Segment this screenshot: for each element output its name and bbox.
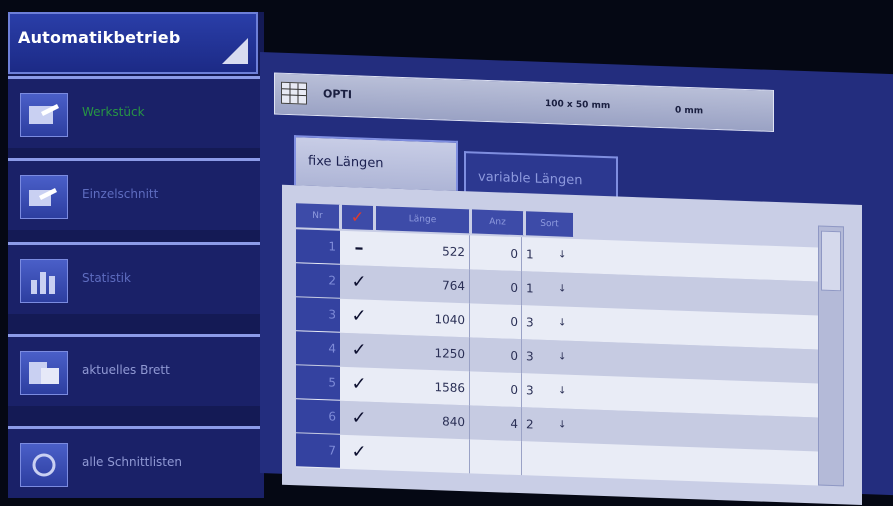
row-length[interactable]: 1586 — [378, 368, 470, 406]
row-number: 5 — [296, 365, 340, 400]
sort-down-arrow-icon[interactable]: ↓ — [558, 408, 570, 442]
header-length[interactable]: Länge — [376, 206, 470, 234]
row-check[interactable]: ✓ — [344, 367, 374, 402]
sidebar-item-einzelschnitt[interactable]: Einzelschnitt — [8, 158, 264, 230]
row-length[interactable]: 764 — [378, 266, 470, 304]
length-table: Nr ✓ Länge Anz Sort 1 – 522 0 1 ↓ 2 ✓ 76… — [296, 203, 818, 486]
row-check[interactable]: – — [344, 231, 374, 266]
row-number: 3 — [296, 297, 340, 332]
header-sort[interactable]: Sort — [526, 211, 574, 237]
row-count[interactable]: 4 — [472, 405, 522, 442]
sidebar-item-label: alle Schnittlisten — [82, 455, 183, 469]
sidebar-item-aktuelles-brett[interactable]: aktuelles Brett — [8, 334, 264, 406]
sidebar-item-label: Statistik — [82, 271, 131, 285]
row-check[interactable]: ✓ — [344, 265, 374, 300]
row-check[interactable]: ✓ — [344, 435, 374, 470]
program-position: 0 mm — [675, 105, 704, 117]
row-sort[interactable]: 3 — [526, 339, 540, 373]
sidebar-item-label: Werkstück — [82, 105, 145, 119]
sidebar-item-statistik[interactable]: Statistik — [8, 242, 264, 314]
row-length[interactable]: 522 — [378, 232, 470, 270]
sort-down-arrow-icon[interactable]: ↓ — [558, 238, 570, 272]
sort-down-arrow-icon[interactable]: ↓ — [558, 340, 570, 374]
row-count[interactable] — [472, 439, 522, 476]
row-number: 1 — [296, 229, 340, 264]
bar-chart-icon — [20, 259, 68, 303]
program-grid-icon[interactable] — [281, 81, 307, 105]
row-count[interactable]: 0 — [472, 269, 522, 306]
sort-down-arrow-icon[interactable]: ↓ — [558, 374, 570, 408]
row-number: 7 — [296, 433, 340, 468]
row-length[interactable]: 1040 — [378, 300, 470, 338]
sidebar-item-werkstueck[interactable]: Werkstück — [8, 76, 264, 148]
workpiece-edit-icon — [20, 93, 68, 137]
header-count[interactable]: Anz — [472, 209, 524, 236]
row-count[interactable]: 0 — [472, 303, 522, 340]
row-sort[interactable]: 3 — [526, 373, 540, 407]
row-sort[interactable] — [526, 441, 540, 475]
sidebar-item-label: Einzelschnitt — [82, 187, 159, 201]
mode-header[interactable]: Automatikbetrieb — [8, 12, 258, 74]
header-check[interactable]: ✓ — [342, 204, 374, 230]
header-nr[interactable]: Nr — [296, 203, 340, 229]
tab-label: fixe Längen — [308, 153, 384, 172]
sidebar: Automatikbetrieb Werkstück Einzelschnitt… — [8, 12, 264, 498]
row-count[interactable]: 0 — [472, 371, 522, 408]
table-scrollbar[interactable] — [818, 225, 844, 487]
row-check[interactable]: ✓ — [344, 401, 374, 436]
sidebar-item-alle-schnittlisten[interactable]: alle Schnittlisten — [8, 426, 264, 498]
mode-title: Automatikbetrieb — [18, 28, 181, 47]
row-number: 6 — [296, 399, 340, 434]
sort-down-arrow-icon[interactable]: ↓ — [558, 272, 570, 306]
row-number: 2 — [296, 263, 340, 298]
row-check[interactable]: ✓ — [344, 333, 374, 368]
row-sort[interactable]: 1 — [526, 271, 540, 305]
board-icon — [20, 351, 68, 395]
row-length[interactable]: 840 — [378, 402, 470, 440]
sort-down-arrow-icon[interactable] — [558, 442, 570, 476]
row-number: 4 — [296, 331, 340, 366]
program-name: OPTI — [323, 87, 353, 102]
scrollbar-thumb[interactable] — [821, 230, 841, 292]
program-bar: OPTI 100 x 50 mm 0 mm — [274, 72, 774, 132]
length-table-area: Nr ✓ Länge Anz Sort 1 – 522 0 1 ↓ 2 ✓ 76… — [282, 184, 862, 506]
main-panel: OPTI 100 x 50 mm 0 mm fixe Längen variab… — [260, 52, 893, 506]
row-sort[interactable]: 2 — [526, 407, 540, 441]
cut-lists-icon — [20, 443, 68, 487]
sort-down-arrow-icon[interactable]: ↓ — [558, 306, 570, 340]
row-count[interactable]: 0 — [472, 337, 522, 374]
tab-label: variable Längen — [478, 169, 583, 189]
row-sort[interactable]: 1 — [526, 237, 540, 271]
sidebar-item-label: aktuelles Brett — [82, 363, 170, 377]
row-check[interactable]: ✓ — [344, 299, 374, 334]
row-sort[interactable]: 3 — [526, 305, 540, 339]
single-cut-icon — [20, 175, 68, 219]
menu-corner-icon[interactable] — [222, 38, 248, 64]
program-dimensions: 100 x 50 mm — [545, 98, 611, 112]
row-length[interactable]: 1250 — [378, 334, 470, 372]
row-count[interactable]: 0 — [472, 235, 522, 272]
row-length[interactable] — [378, 436, 470, 474]
tab-fixe-laengen[interactable]: fixe Längen — [294, 135, 458, 191]
